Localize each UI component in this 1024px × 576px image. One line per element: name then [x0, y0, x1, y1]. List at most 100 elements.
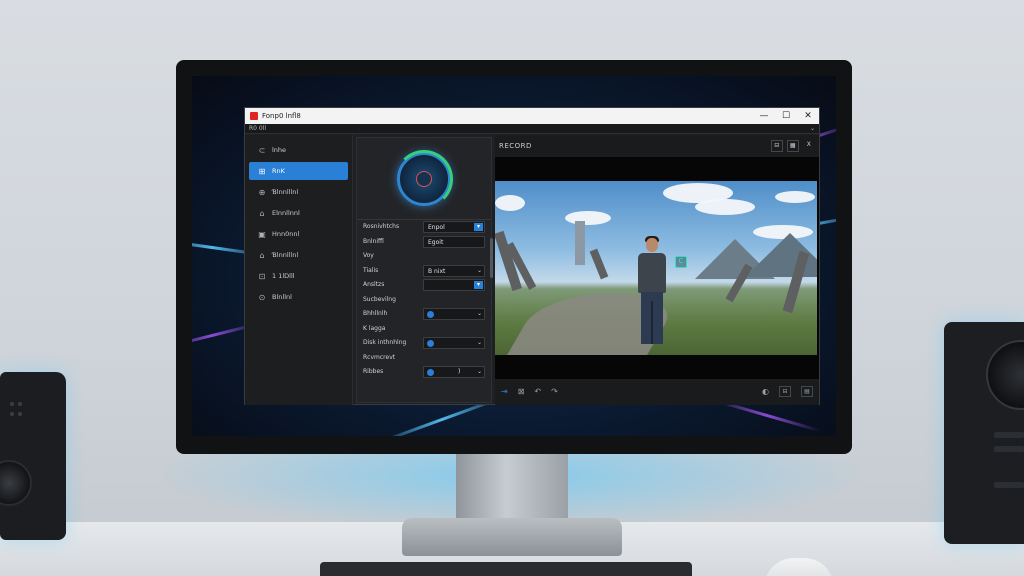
- info-icon: ⊙: [258, 292, 266, 302]
- field-value: Egoit: [428, 238, 444, 246]
- target-marker-icon[interactable]: C: [675, 256, 687, 268]
- speaker-cone: [0, 460, 32, 506]
- settings-panel: Rosnivhtchs Enpol ▾ Bnlniffl Egoit Voy T…: [356, 137, 493, 403]
- setting-row: Tialis B nixt ⌄: [357, 264, 491, 279]
- app-body: ⊂ lnhe ⊞ RnK ⊕ Ɓlnnlllnl ⌂ Elnnllnnl ▣ H…: [245, 135, 819, 405]
- undo-icon[interactable]: ↶: [534, 387, 541, 396]
- setting-label: Tialis: [363, 266, 379, 274]
- preview-header: RECORD ⊟ ▦ X: [495, 135, 819, 157]
- setting-label: Ansltzs: [363, 281, 385, 288]
- setting-label: Bhhllnlh: [363, 310, 388, 317]
- setting-text-field[interactable]: Egoit: [423, 235, 485, 248]
- setting-dropdown[interactable]: B nixt ⌄: [423, 264, 485, 277]
- dropdown-value: B nixt: [428, 267, 446, 275]
- recording-indicator: [357, 138, 491, 220]
- sidebar: ⊂ lnhe ⊞ RnK ⊕ Ɓlnnlllnl ⌂ Elnnllnnl ▣ H…: [245, 135, 353, 405]
- setting-label: Rcvmcrevt: [363, 353, 396, 361]
- sidebar-item-label: Hnn0nnl: [272, 230, 300, 238]
- setting-label: Rosnivhtchs: [363, 223, 400, 230]
- sidebar-item-label: Ɓlnnlllnl: [272, 251, 299, 259]
- sidebar-item-3[interactable]: ⊕ Ɓlnnlllnl: [249, 183, 348, 201]
- maximize-button[interactable]: ☐: [775, 108, 797, 124]
- fullscreen-button[interactable]: ⊟: [779, 385, 791, 397]
- setting-toggle-dropdown[interactable]: ⌄: [423, 308, 485, 320]
- setting-row: Sucbevilng: [357, 293, 491, 308]
- sidebar-item-1[interactable]: ⊂ lnhe: [249, 141, 348, 159]
- skip-icon[interactable]: ⇥: [501, 387, 508, 396]
- monitor: Fonp0 lnfl8 — ☐ ✕ R0 0ll ⌄ ⊂ lnhe ⊞ RnK: [176, 60, 852, 454]
- sidebar-item-label: 1 1lDlll: [272, 272, 295, 280]
- scrollbar[interactable]: [490, 238, 493, 278]
- storage-icon: ⊡: [258, 271, 266, 281]
- cloud: [695, 199, 755, 215]
- home-icon: ⌂: [259, 208, 265, 218]
- setting-label: K lagga: [363, 324, 386, 332]
- setting-row: Ribbes ) ⌄: [357, 365, 491, 380]
- chevron-down-icon: ⌄: [476, 266, 482, 274]
- setting-row: Voy: [357, 249, 491, 264]
- sidebar-item-8[interactable]: ⊙ Blnllnl: [249, 288, 348, 306]
- tower-ruin: [575, 221, 585, 265]
- setting-label: Bnlniffl: [363, 237, 384, 245]
- sidebar-item-label: lnhe: [272, 146, 287, 154]
- setting-dropdown[interactable]: ▾: [423, 279, 485, 291]
- capture-icon[interactable]: ⊠: [518, 387, 525, 396]
- record-icon: ⊂: [258, 145, 266, 155]
- game-viewport[interactable]: C: [495, 157, 819, 379]
- speaker-cone: [986, 340, 1024, 410]
- preview-title: RECORD: [499, 142, 532, 150]
- chevron-down-icon: ▾: [474, 223, 483, 231]
- sidebar-item-4[interactable]: ⌂ Elnnllnnl: [249, 204, 348, 222]
- speaker-slot: [994, 446, 1024, 452]
- sidebar-item-5[interactable]: ▣ Hnn0nnl: [249, 225, 348, 243]
- cloud: [495, 195, 525, 211]
- speaker-slot: [994, 482, 1024, 488]
- app-window: Fonp0 lnfl8 — ☐ ✕ R0 0ll ⌄ ⊂ lnhe ⊞ RnK: [244, 107, 820, 405]
- setting-toggle-dropdown[interactable]: ⌄: [423, 337, 485, 349]
- monitor-stand-neck: [456, 452, 568, 526]
- setting-toggle-dropdown[interactable]: ) ⌄: [423, 366, 485, 378]
- game-scene: C: [495, 181, 817, 355]
- close-preview-button[interactable]: X: [803, 140, 815, 152]
- minimize-button[interactable]: —: [753, 108, 775, 124]
- redo-icon[interactable]: ↷: [551, 387, 558, 396]
- chevron-down-icon[interactable]: ⌄: [810, 125, 815, 132]
- preview-panel: RECORD ⊟ ▦ X C ⇥ ⊠ ↶ ↷ ◐ ⊟ ▤: [495, 135, 819, 405]
- setting-row: Rcvmcrevt: [357, 351, 491, 366]
- stone-ruin: [589, 248, 609, 280]
- sidebar-item-7[interactable]: ⊡ 1 1lDlll: [249, 267, 348, 285]
- sidebar-item-label: Blnllnl: [272, 293, 292, 301]
- setting-label: Sucbevilng: [363, 295, 396, 303]
- window-title: Fonp0 lnfl8: [262, 112, 301, 120]
- setting-row: K lagga: [357, 322, 491, 337]
- title-bar[interactable]: Fonp0 lnfl8 — ☐ ✕: [245, 108, 819, 124]
- menu-item-file[interactable]: R0 0ll: [249, 125, 266, 132]
- lock-icon: ⌂: [259, 250, 265, 260]
- speaker-dot: [10, 412, 14, 416]
- record-dot-icon[interactable]: [416, 171, 432, 187]
- right-speaker: [944, 322, 1024, 544]
- grid-icon: ⊞: [258, 166, 266, 176]
- cloud: [775, 191, 815, 203]
- chevron-down-icon: ⌄: [476, 310, 482, 317]
- split-view-button[interactable]: ⊟: [771, 140, 783, 152]
- setting-row: Bhhllnlh ⌄: [357, 307, 491, 322]
- menu-bar: R0 0ll ⌄: [245, 124, 819, 134]
- sidebar-item-2[interactable]: ⊞ RnK: [249, 162, 348, 180]
- chevron-down-icon: ⌄: [476, 368, 482, 375]
- close-button[interactable]: ✕: [797, 108, 819, 124]
- character-torso: [638, 253, 666, 293]
- keyboard: [320, 562, 692, 576]
- chevron-down-icon: ▾: [474, 281, 483, 289]
- setting-row: Ansltzs ▾: [357, 278, 491, 293]
- setting-dropdown[interactable]: Enpol ▾: [423, 221, 485, 233]
- audio-icon[interactable]: ◐: [762, 387, 769, 396]
- export-button[interactable]: ▤: [801, 385, 813, 397]
- monitor-icon: ▣: [258, 229, 266, 239]
- cloud: [565, 211, 611, 225]
- setting-row: Rosnivhtchs Enpol ▾: [357, 220, 491, 235]
- app-logo-icon: [250, 112, 258, 120]
- sidebar-item-label: Ɓlnnlllnl: [272, 188, 299, 196]
- sidebar-item-6[interactable]: ⌂ Ɓlnnlllnl: [249, 246, 348, 264]
- layout-button[interactable]: ▦: [787, 140, 799, 152]
